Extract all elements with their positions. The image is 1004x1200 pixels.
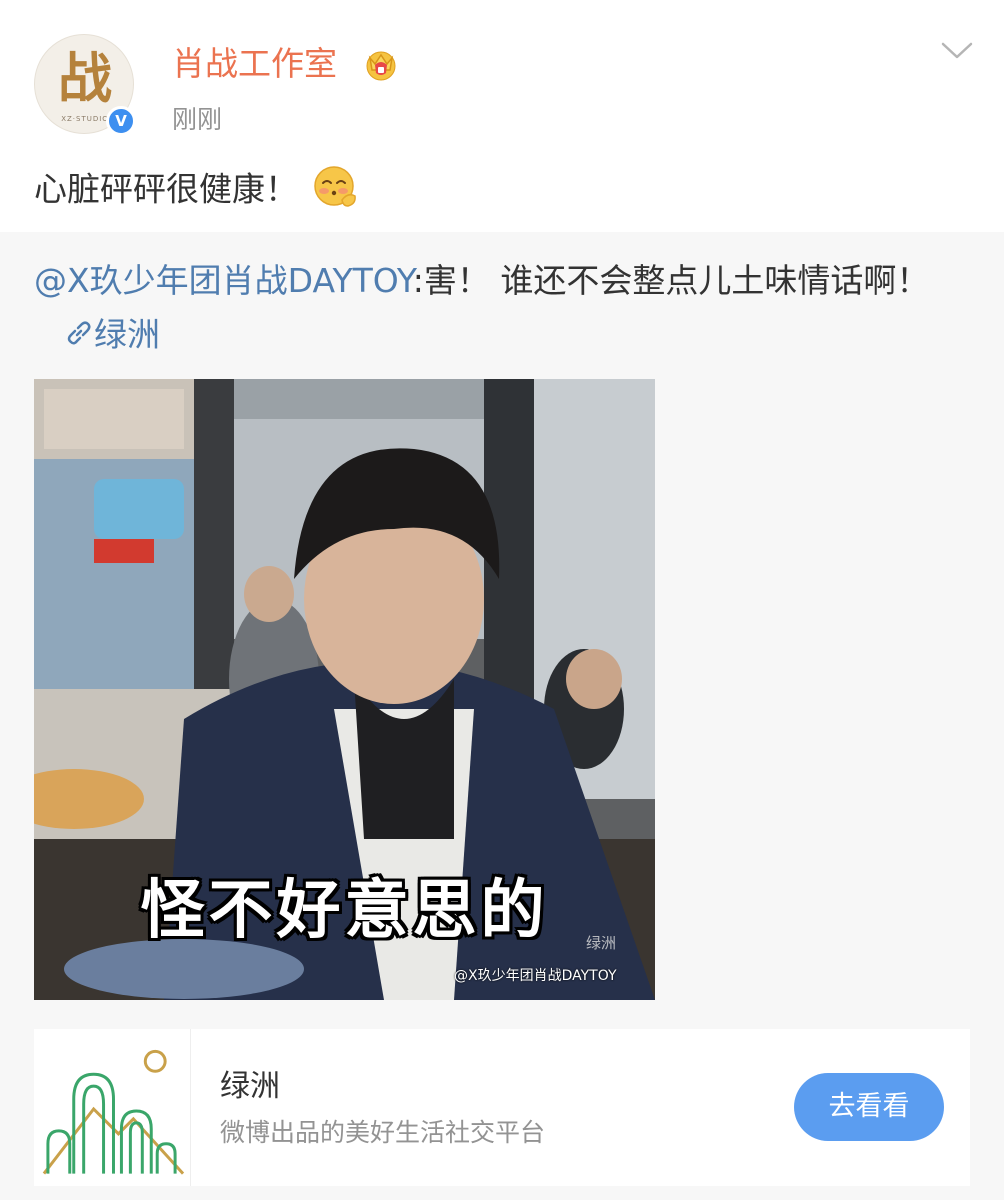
card-description: 微博出品的美好生活社交平台 xyxy=(220,1118,546,1147)
chevron-down-icon[interactable] xyxy=(940,40,974,62)
retweet-section[interactable]: @X玖少年团肖战DAYTOY:害！ 谁还不会整点儿土味情话啊！ 绿洲 怪不好意思… xyxy=(0,232,1004,1200)
post-text-content: 心脏砰砰很健康！ xyxy=(34,169,298,209)
retweet-media-image[interactable]: 怪不好意思的 绿洲 @X玖少年团肖战DAYTOY xyxy=(34,379,655,1000)
verified-icon: V xyxy=(106,106,136,136)
post-header: 战 XZ·STUDIO V 肖战工作室 刚刚 心脏砰砰很健康！ xyxy=(0,0,1004,232)
post-time: 刚刚 xyxy=(172,105,223,134)
oasis-logo-icon xyxy=(34,1029,191,1186)
vip-crown-icon[interactable] xyxy=(364,48,398,82)
go-see-button[interactable]: 去看看 xyxy=(794,1073,944,1141)
media-caption: 怪不好意思的 xyxy=(140,874,549,948)
post-text: 心脏砰砰很健康！ xyxy=(34,166,358,214)
card-title: 绿洲 xyxy=(220,1069,280,1104)
shy-emoji-icon xyxy=(314,166,356,207)
retweet-text-content: :害！ 谁还不会整点儿土味情话啊！ xyxy=(412,261,930,300)
link-icon[interactable] xyxy=(64,318,94,348)
mention-link[interactable]: @X玖少年团肖战DAYTOY xyxy=(34,261,413,300)
user-name[interactable]: 肖战工作室 xyxy=(172,44,337,84)
oasis-card[interactable]: 绿洲 微博出品的美好生活社交平台 去看看 xyxy=(34,1029,970,1186)
oasis-link[interactable]: 绿洲 xyxy=(94,315,160,354)
media-watermark: @X玖少年团肖战DAYTOY xyxy=(454,968,617,984)
media-watermark-oasis: 绿洲 xyxy=(586,934,617,952)
retweet-text: @X玖少年团肖战DAYTOY:害！ 谁还不会整点儿土味情话啊！ 绿洲 xyxy=(34,254,974,362)
avatar-logo: 战 xyxy=(58,46,112,110)
